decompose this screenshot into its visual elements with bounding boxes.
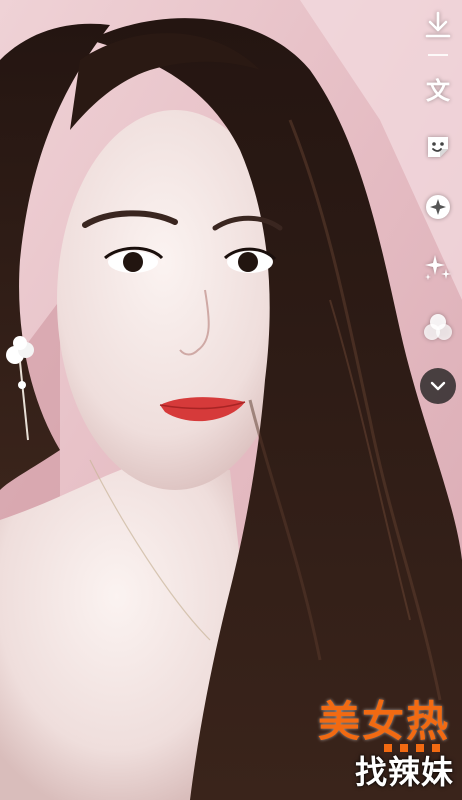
watermark-line2: 找辣妹: [354, 753, 454, 791]
watermark-line1: 美女热: [317, 697, 450, 746]
download-icon: [425, 11, 451, 38]
sparkle-button[interactable]: [421, 250, 455, 284]
text-tool-button[interactable]: 文: [421, 74, 455, 108]
filter-circles-icon: [424, 314, 452, 340]
story-editor-screen: 文 美女热 找辣妹: [0, 0, 462, 800]
effects-icon: [426, 195, 450, 219]
edit-toolbar: 文: [418, 8, 458, 404]
sparkle-icon: [425, 255, 451, 280]
selfie-photo: [0, 0, 462, 800]
sticker-button[interactable]: [421, 130, 455, 164]
filter-button[interactable]: [421, 310, 455, 344]
download-button[interactable]: [421, 8, 455, 42]
toolbar-divider: [428, 54, 448, 56]
text-tool-label: 文: [426, 77, 450, 105]
sticker-icon: [428, 137, 448, 157]
watermark-logo: 美女热 找辣妹: [274, 698, 454, 794]
effects-button[interactable]: [421, 190, 455, 224]
chevron-down-icon: [430, 381, 446, 391]
watermark-dots: [384, 744, 440, 752]
more-options-button[interactable]: [420, 368, 456, 404]
